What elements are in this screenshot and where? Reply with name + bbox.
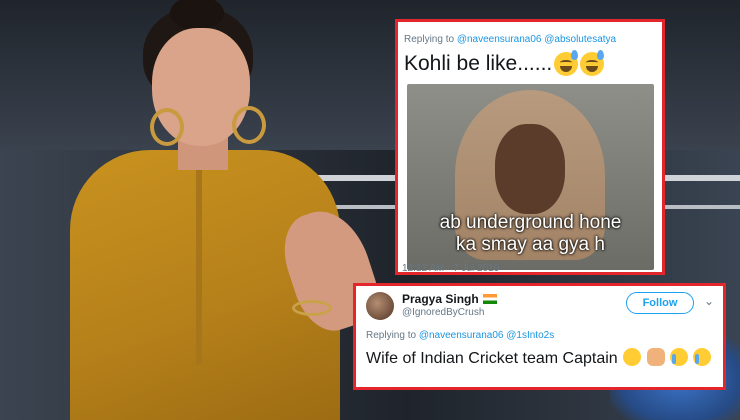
folded-hands-emoji — [646, 348, 665, 366]
reply-handles-link[interactable]: @naveensurana06 @1sInto2s — [419, 330, 554, 341]
reply-handles-link[interactable]: @naveensurana06 @absolutesatya — [457, 34, 616, 45]
tweet-text-body: Kohli be like...... — [404, 52, 553, 75]
meme-image[interactable]: ab underground hone ka smay aa gya h — [407, 84, 654, 270]
crying-face-emoji — [693, 348, 712, 366]
tweet-card-2: Pragya Singh @IgnoredByCrush Follow ⌄ Re… — [353, 283, 726, 390]
avatar[interactable] — [366, 292, 394, 320]
meme-caption-line-1: ab underground hone — [439, 212, 622, 233]
replying-to-line: Replying to @naveensurana06 @1sInto2s — [366, 330, 554, 341]
username[interactable]: @IgnoredByCrush — [402, 307, 484, 318]
sweat-smile-emoji — [554, 50, 579, 76]
india-flag-icon — [482, 294, 497, 304]
display-name[interactable]: Pragya Singh — [402, 292, 497, 306]
tweet-text: Wife of Indian Cricket team Captain — [366, 348, 716, 369]
meme-caption-line-2: ka smay aa gya h — [456, 234, 605, 255]
follow-button[interactable]: Follow — [626, 292, 694, 314]
tweet-text-body: Wife of Indian Cricket team Captain — [366, 350, 618, 367]
chevron-down-icon[interactable]: ⌄ — [704, 294, 714, 308]
replying-to-label: Replying to — [404, 34, 455, 45]
display-name-text: Pragya Singh — [402, 292, 479, 306]
tweet-card-1: Replying to @naveensurana06 @absolutesat… — [395, 19, 665, 275]
replying-to-line: Replying to @naveensurana06 @absolutesat… — [404, 34, 616, 45]
sweat-smile-emoji — [580, 50, 605, 76]
bracelet — [292, 300, 332, 316]
tweet-timestamp[interactable]: 12:12 AM - 7 Jul 2019 — [402, 263, 499, 274]
hoop-earring-left — [150, 108, 184, 146]
replying-to-label: Replying to — [366, 330, 417, 341]
tweet-text: Kohli be like...... — [404, 50, 605, 76]
meme-face — [495, 124, 565, 214]
hoop-earring-right — [232, 106, 266, 144]
neutral-face-emoji — [623, 348, 642, 366]
shirt-placket — [196, 165, 202, 365]
crying-face-emoji — [670, 348, 689, 366]
